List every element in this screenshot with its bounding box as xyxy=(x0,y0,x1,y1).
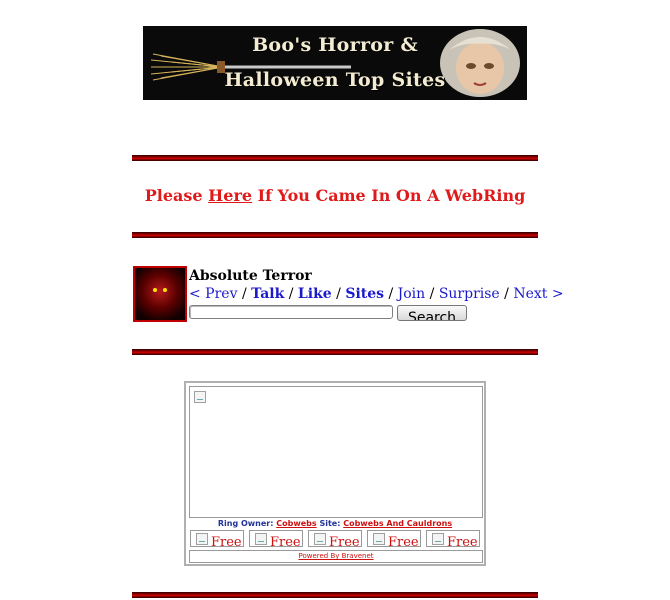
divider xyxy=(132,592,538,598)
broken-image-icon xyxy=(314,533,326,545)
free-item-label: Free xyxy=(329,535,360,547)
webring-notice: Please Here If You Came In On A WebRing xyxy=(132,186,538,205)
broken-image-icon xyxy=(255,533,267,545)
free-item[interactable]: Free xyxy=(426,530,480,547)
free-item-label: Free xyxy=(447,535,478,547)
broken-image-icon xyxy=(196,533,208,545)
free-item-label: Free xyxy=(211,535,242,547)
ring-next-link[interactable]: Next > xyxy=(513,286,563,302)
bravenet-widget: Ring Owner: Cobwebs Site: Cobwebs And Ca… xyxy=(184,381,486,566)
ring-prev-link[interactable]: < Prev xyxy=(189,286,238,302)
free-item[interactable]: Free xyxy=(190,530,244,547)
banner-title-line2: Halloween Top Sites xyxy=(224,69,446,91)
webring-notice-suffix: If You Came In On A WebRing xyxy=(252,186,526,205)
webring-notice-prefix: Please xyxy=(144,186,209,205)
ring-like-link[interactable]: Like xyxy=(298,286,332,302)
ring-surprise-link[interactable]: Surprise xyxy=(439,286,500,302)
free-item[interactable]: Free xyxy=(249,530,303,547)
ring-title: Absolute Terror xyxy=(189,268,312,284)
free-item[interactable]: Free xyxy=(308,530,362,547)
broken-image-icon xyxy=(432,533,444,545)
free-item-label: Free xyxy=(388,535,419,547)
ring-sites-link[interactable]: Sites xyxy=(345,286,384,302)
broken-image-icon xyxy=(194,391,206,403)
nav-separator: / xyxy=(388,286,394,302)
avatar-eye-icon xyxy=(163,288,167,292)
ring-nav: < Prev / Talk / Like / Sites / Join / Su… xyxy=(189,286,564,302)
powered-by-link[interactable]: Powered By Bravenet xyxy=(298,552,373,560)
nav-separator: / xyxy=(241,286,247,302)
nav-separator: / xyxy=(429,286,435,302)
banner-title-line1: Boo's Horror & xyxy=(252,34,418,56)
free-items-row: Free Free Free Free Free xyxy=(189,530,485,548)
ring-search-button[interactable]: Search xyxy=(397,305,467,321)
ring-join-link[interactable]: Join xyxy=(398,286,426,302)
broken-image-icon xyxy=(373,533,385,545)
divider xyxy=(132,232,538,238)
ring-owner-link[interactable]: Cobwebs xyxy=(276,519,316,528)
webring-here-link[interactable]: Here xyxy=(208,186,252,205)
ring-owner-label: Ring Owner: xyxy=(217,519,274,528)
nav-separator: / xyxy=(336,286,341,302)
ring-avatar[interactable] xyxy=(133,266,187,322)
free-item-label: Free xyxy=(270,535,301,547)
ring-talk-link[interactable]: Talk xyxy=(251,286,284,302)
ring-search-input[interactable] xyxy=(189,305,393,319)
divider xyxy=(132,155,538,161)
bravenet-image-area xyxy=(189,386,483,518)
divider xyxy=(132,349,538,355)
avatar-eye-icon xyxy=(153,288,157,292)
site-link[interactable]: Cobwebs And Cauldrons xyxy=(343,519,452,528)
ring-owner-row: Ring Owner: Cobwebs Site: Cobwebs And Ca… xyxy=(189,517,481,530)
powered-by: Powered By Bravenet xyxy=(189,550,483,563)
free-item[interactable]: Free xyxy=(367,530,421,547)
site-label: Site: xyxy=(319,519,341,528)
site-banner[interactable]: Boo's Horror & Halloween Top Sites xyxy=(143,26,527,100)
nav-separator: / xyxy=(288,286,294,302)
nav-separator: / xyxy=(504,286,509,302)
